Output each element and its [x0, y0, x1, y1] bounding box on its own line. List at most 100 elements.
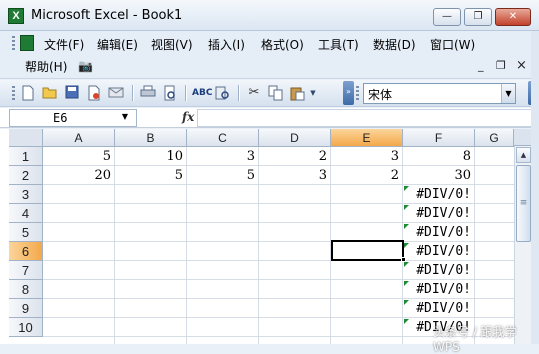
column-header-c[interactable]: C — [187, 129, 259, 147]
doc-minimize-button[interactable]: _ — [478, 60, 484, 72]
row-header-4[interactable]: 4 — [9, 204, 43, 223]
scroll-up-icon[interactable]: ▲ — [516, 147, 531, 163]
error-indicator-icon[interactable] — [404, 243, 409, 248]
camera-icon[interactable]: 📷 — [78, 59, 93, 73]
title-bar: X Microsoft Excel - Book1 — ❐ ✕ — [0, 0, 539, 31]
excel-app-icon[interactable]: X — [8, 8, 24, 24]
active-cell-border[interactable] — [331, 240, 404, 261]
cell-e2[interactable]: 2 — [331, 166, 402, 185]
cell-f9[interactable]: #DIV/0! — [403, 299, 474, 318]
watermark: 头条号 / 跟我学WPS — [433, 325, 517, 354]
insert-function-icon[interactable]: fx — [182, 110, 194, 124]
chevron-down-icon[interactable]: ▼ — [122, 112, 128, 121]
column-header-e[interactable]: E — [331, 129, 403, 147]
error-indicator-icon[interactable] — [404, 224, 409, 229]
row-header-8[interactable]: 8 — [9, 280, 43, 299]
paste-dropdown-icon[interactable]: ▼ — [308, 85, 318, 101]
menu-edit[interactable]: 编辑(E) — [97, 37, 138, 53]
menu-bar: 文件(F) 编辑(E) 视图(V) 插入(I) 格式(O) 工具(T) 数据(D… — [0, 31, 539, 79]
toolbar-separator — [185, 85, 186, 101]
minimize-button[interactable]: — — [433, 8, 461, 26]
toolbar-options-icon[interactable]: » — [343, 81, 354, 105]
row-header-9[interactable]: 9 — [9, 299, 43, 318]
fill-handle[interactable] — [401, 257, 406, 262]
row-header-10[interactable]: 10 — [9, 318, 43, 337]
cell-f7[interactable]: #DIV/0! — [403, 261, 474, 280]
menu-format[interactable]: 格式(O) — [261, 37, 304, 53]
cell-f3[interactable]: #DIV/0! — [403, 185, 474, 204]
open-icon[interactable] — [42, 85, 58, 101]
cell-d1[interactable]: 2 — [259, 147, 330, 166]
error-indicator-icon[interactable] — [404, 186, 409, 191]
toolbar-separator — [132, 85, 133, 101]
column-header-d[interactable]: D — [259, 129, 331, 147]
font-name-value: 宋体 — [368, 88, 393, 102]
spelling-icon[interactable]: ABC — [192, 85, 212, 101]
cell-b1[interactable]: 10 — [115, 147, 186, 166]
cell-a2[interactable]: 20 — [43, 166, 114, 185]
row-header-1[interactable]: 1 — [9, 147, 43, 166]
cell-f8[interactable]: #DIV/0! — [403, 280, 474, 299]
save-icon[interactable] — [64, 85, 80, 101]
cell-f2[interactable]: 30 — [403, 166, 474, 185]
column-header-g[interactable]: G — [475, 129, 514, 147]
doc-close-button[interactable]: × — [516, 59, 527, 72]
menu-file[interactable]: 文件(F) — [44, 37, 84, 53]
research-icon[interactable] — [214, 85, 230, 101]
print-preview-icon[interactable] — [162, 85, 178, 101]
cell-f1[interactable]: 8 — [403, 147, 474, 166]
row-header-2[interactable]: 2 — [9, 166, 43, 185]
new-icon[interactable] — [20, 85, 36, 101]
cell-f4[interactable]: #DIV/0! — [403, 204, 474, 223]
email-icon[interactable] — [108, 85, 124, 101]
column-header-f[interactable]: F — [403, 129, 475, 147]
error-indicator-icon[interactable] — [404, 281, 409, 286]
split-box[interactable] — [514, 129, 531, 146]
print-icon[interactable] — [140, 85, 156, 101]
error-indicator-icon[interactable] — [404, 205, 409, 210]
row-header-5[interactable]: 5 — [9, 223, 43, 242]
restore-button[interactable]: ❐ — [464, 8, 492, 26]
cell-d2[interactable]: 3 — [259, 166, 330, 185]
chevron-down-icon[interactable]: ▼ — [501, 84, 515, 103]
cell-c2[interactable]: 5 — [187, 166, 258, 185]
worksheet-grid[interactable]: A B C D E F G 1 2 3 4 5 6 7 8 9 10 5 10 3 2 3 8 20 5 5 3 2 30 #DIV/0!… — [0, 129, 539, 344]
formula-input[interactable] — [197, 109, 537, 127]
error-indicator-icon[interactable] — [404, 300, 409, 305]
column-header-b[interactable]: B — [115, 129, 187, 147]
gridline-vertical — [474, 147, 475, 344]
menubar-grip[interactable] — [12, 36, 15, 52]
cut-icon[interactable]: ✂ — [246, 85, 262, 101]
cell-b2[interactable]: 5 — [115, 166, 186, 185]
scroll-thumb[interactable]: ≡ — [516, 165, 531, 242]
cell-f5[interactable]: #DIV/0! — [403, 223, 474, 242]
row-header-7[interactable]: 7 — [9, 261, 43, 280]
error-indicator-icon[interactable] — [404, 262, 409, 267]
permission-icon[interactable] — [86, 85, 102, 101]
formatting-toolbar-grip[interactable] — [356, 86, 359, 101]
vertical-scrollbar[interactable]: ▲ ≡ — [514, 129, 531, 344]
font-name-combo[interactable]: 宋体 ▼ — [363, 83, 516, 104]
toolbar-grip[interactable] — [12, 86, 15, 101]
cell-f6[interactable]: #DIV/0! — [403, 242, 474, 261]
name-box[interactable]: E6 ▼ — [9, 109, 137, 127]
cell-c1[interactable]: 3 — [187, 147, 258, 166]
column-header-a[interactable]: A — [43, 129, 115, 147]
paste-icon[interactable] — [290, 85, 306, 101]
menu-tools[interactable]: 工具(T) — [318, 37, 359, 53]
row-header-3[interactable]: 3 — [9, 185, 43, 204]
close-button[interactable]: ✕ — [495, 8, 531, 26]
row-header-6[interactable]: 6 — [9, 242, 43, 261]
menu-help[interactable]: 帮助(H) — [25, 59, 67, 75]
menu-data[interactable]: 数据(D) — [373, 37, 416, 53]
cell-e1[interactable]: 3 — [331, 147, 402, 166]
cell-a1[interactable]: 5 — [43, 147, 114, 166]
menu-window[interactable]: 窗口(W) — [430, 37, 475, 53]
menu-insert[interactable]: 插入(I) — [208, 37, 245, 53]
workbook-icon[interactable] — [20, 35, 34, 51]
menu-view[interactable]: 视图(V) — [151, 37, 193, 53]
doc-restore-button[interactable]: ❐ — [496, 60, 506, 72]
select-all-corner[interactable] — [9, 129, 43, 147]
error-indicator-icon[interactable] — [404, 319, 409, 324]
copy-icon[interactable] — [268, 85, 284, 101]
